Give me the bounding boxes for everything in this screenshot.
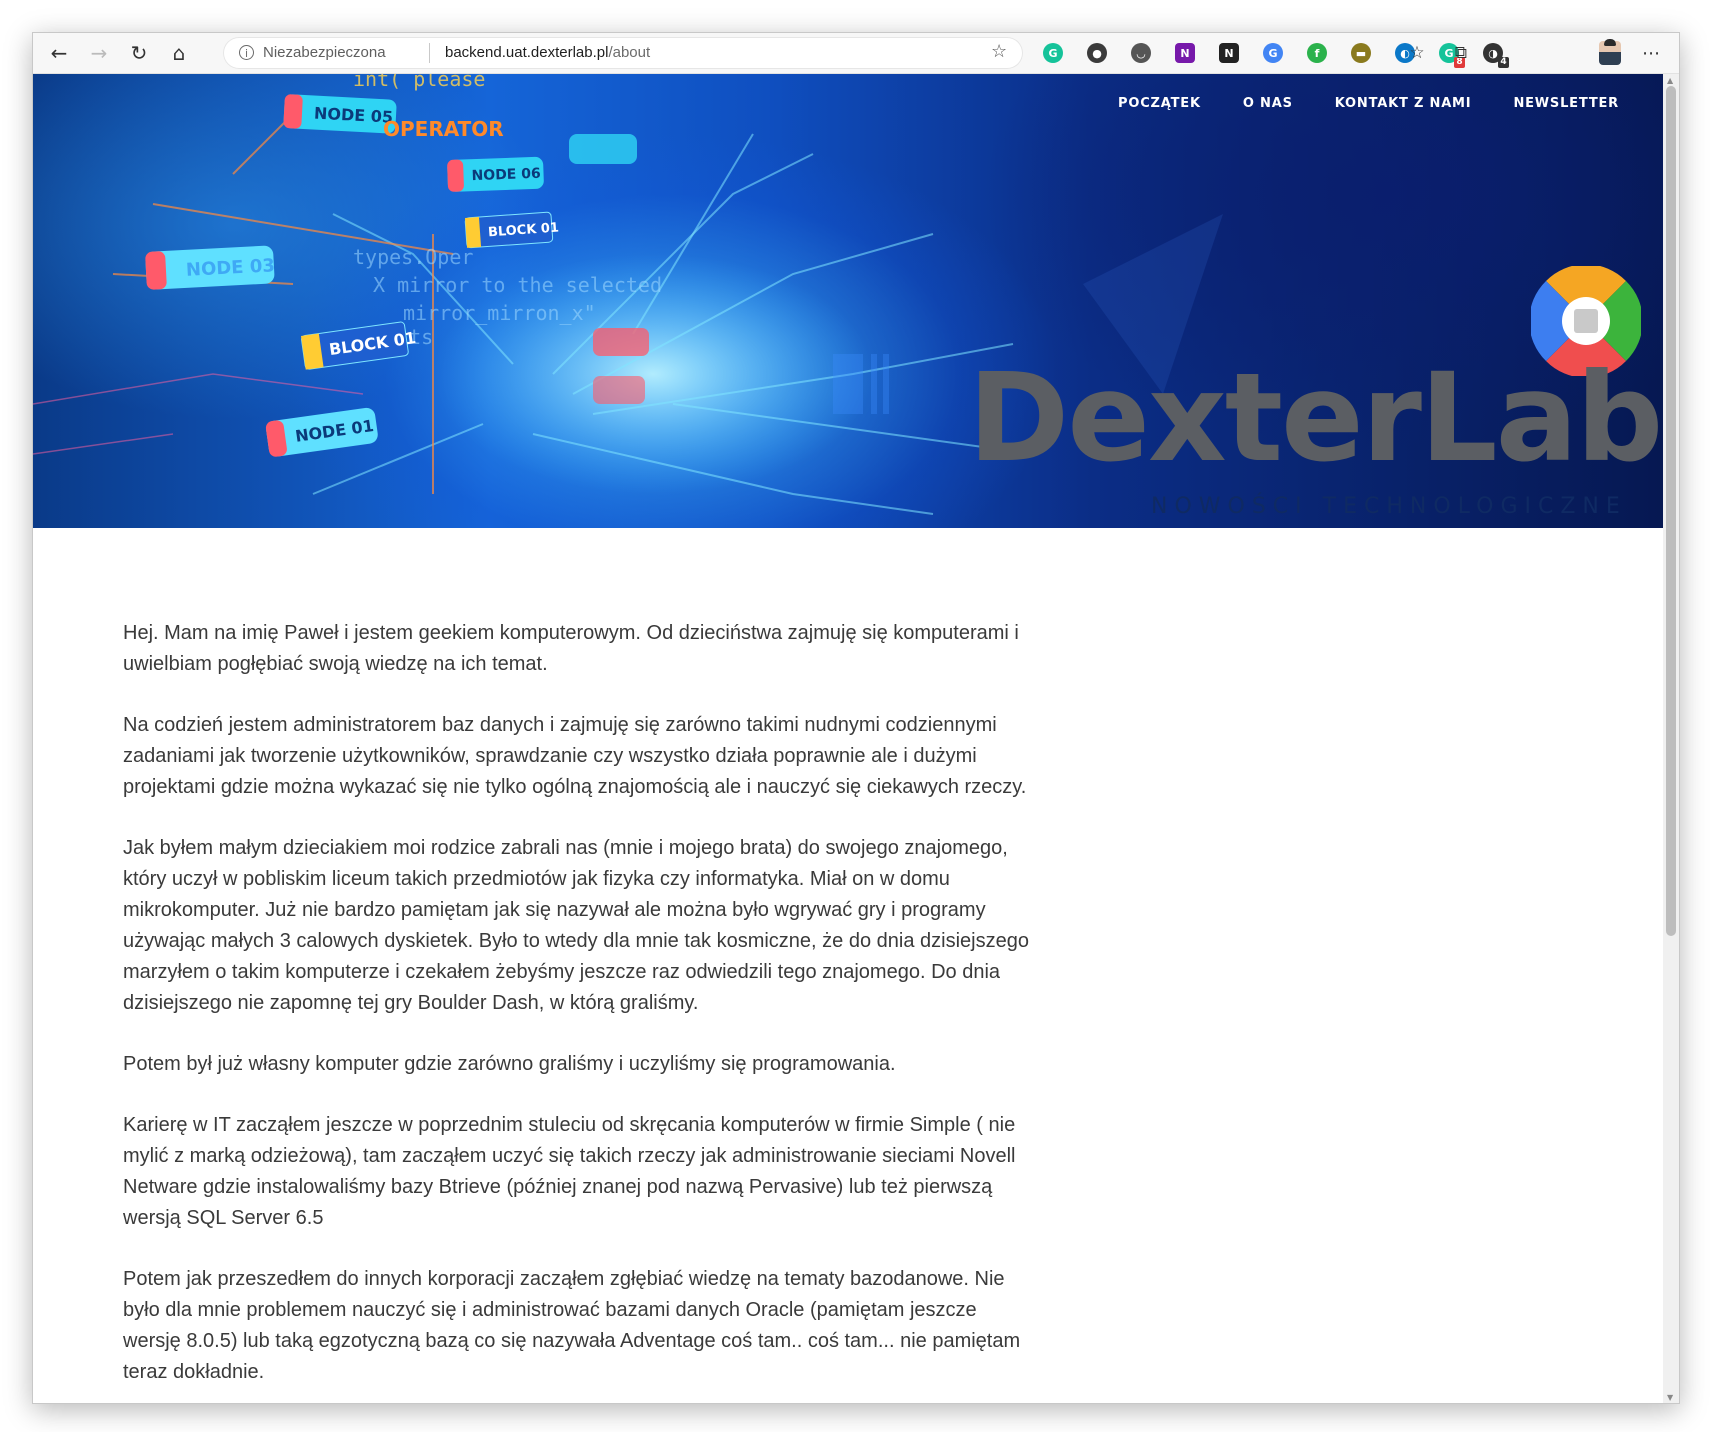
google-translate-icon-glyph: G (1268, 46, 1278, 60)
content-paragraph: Hej. Mam na imię Paweł i jestem geekiem … (123, 618, 1093, 680)
google-translate-icon[interactable]: G (1263, 43, 1283, 63)
nav-item-newsletter[interactable]: NEWSLETTER (1513, 96, 1619, 111)
address-separator (429, 43, 430, 63)
paragraph-line: Karierę w IT zacząłem jeszcze w poprzedn… (123, 1114, 1016, 1136)
svg-text:mirror_mirron_x": mirror_mirron_x" (403, 301, 596, 325)
paragraph-line: używając małych 3 calowych dyskietek. By… (123, 930, 1029, 952)
extension-badge: 4 (1498, 57, 1509, 68)
color-picker-icon-glyph: ▬ (1355, 46, 1367, 60)
more-menu-icon[interactable]: ⋯ (1637, 39, 1665, 67)
dexterlab-wordmark[interactable]: DexterLab (968, 357, 1663, 479)
svg-text:OPERATOR: OPERATOR (383, 117, 504, 141)
sync-icon[interactable]: ◑ 4 (1483, 43, 1509, 68)
scroll-up-arrow-icon[interactable]: ▲ (1667, 76, 1675, 85)
paragraph-line: Jak byłem małym dzieciakiem moi rodzice … (123, 837, 1008, 859)
notion-icon[interactable]: N (1219, 43, 1239, 63)
hero-banner: int( please types.Oper X mirror to the s… (33, 74, 1663, 528)
about-content: Hej. Mam na imię Paweł i jestem geekiem … (123, 618, 1093, 1403)
feedly-icon-glyph: f (1314, 46, 1320, 60)
url-host: backend.uat.dexterlab.pl (445, 44, 609, 61)
nav-item-contact[interactable]: KONTAKT Z NAMI (1335, 96, 1472, 111)
password-manager-icon[interactable]: ● (1087, 43, 1107, 63)
scrollbar-thumb[interactable] (1666, 86, 1676, 936)
back-arrow-icon[interactable]: ← (45, 39, 73, 67)
nav-item-home[interactable]: POCZĄTEK (1118, 96, 1201, 111)
paragraph-line: Potem był już własny komputer gdzie zaró… (123, 1053, 896, 1075)
address-bar[interactable]: i Niezabezpieczona backend.uat.dexterlab… (223, 37, 1023, 69)
favorites-icon[interactable]: ☆ (1403, 39, 1431, 67)
paragraph-line: było dla mnie problemem nauczyć się i ad… (123, 1299, 977, 1321)
paragraph-line: dzisiejszego nie zapomnę tej gry Boulder… (123, 992, 699, 1014)
svg-text:int( please: int( please (353, 74, 485, 91)
profile-avatar[interactable] (1599, 39, 1621, 65)
paragraph-line: Hej. Mam na imię Paweł i jestem geekiem … (123, 622, 1019, 644)
content-paragraph: Potem jak przeszedłem do innych korporac… (123, 1264, 1093, 1388)
main-nav: POCZĄTEK O NAS KONTAKT Z NAMI NEWSLETTER (1076, 96, 1619, 111)
password-manager-icon-glyph: ● (1092, 46, 1102, 60)
paragraph-line: Netware gdzie instalowaliśmy bazy Btriev… (123, 1176, 993, 1198)
paragraph-line: mikrokomputer. Już nie bardzo pamiętam j… (123, 899, 986, 921)
content-paragraph: Karierę w IT zacząłem jeszcze w poprzedn… (123, 1110, 1093, 1234)
paragraph-line: uwielbiam pogłębiać swoją wiedzę na ich … (123, 653, 548, 675)
url-path: /about (608, 44, 651, 61)
feedly-icon[interactable]: f (1307, 43, 1327, 63)
content-paragraph: Na codzień jestem administratorem baz da… (123, 710, 1093, 803)
nav-item-about[interactable]: O NAS (1243, 96, 1293, 111)
paragraph-line: który uczył w pobliskim liceum takich pr… (123, 868, 950, 890)
vertical-scrollbar[interactable]: ▲ ▼ (1663, 74, 1679, 1403)
content-paragraph: Jak byłem małym dzieciakiem moi rodzice … (123, 833, 1093, 1019)
pocket-icon[interactable]: ◡ (1131, 43, 1151, 63)
security-label[interactable]: Niezabezpieczona (263, 44, 386, 61)
svg-text:NODE 06: NODE 06 (471, 166, 541, 184)
paragraph-line: zadaniami jak tworzenie użytkowników, sp… (123, 745, 977, 767)
onenote-icon[interactable]: N (1175, 43, 1195, 63)
paragraph-line: marzyłem o takim komputerze i czekałem ż… (123, 961, 1001, 983)
grammarly-icon[interactable]: G (1043, 43, 1063, 63)
scroll-down-arrow-icon[interactable]: ▼ (1667, 1393, 1675, 1402)
content-paragraph: Potem był już własny komputer gdzie zaró… (123, 1049, 1093, 1080)
url-text[interactable]: backend.uat.dexterlab.pl/about (445, 44, 650, 61)
refresh-icon[interactable]: ↻ (125, 39, 153, 67)
favorite-star-icon[interactable]: ☆ (991, 41, 1007, 62)
pocket-icon-glyph: ◡ (1136, 46, 1146, 60)
page-viewport: int( please types.Oper X mirror to the s… (33, 74, 1663, 1403)
collections-icon[interactable]: ⧉ (1447, 39, 1475, 67)
notion-icon-glyph: N (1224, 46, 1234, 60)
tagline: NOWOŚCI TECHNOLOGICZNE (1151, 494, 1627, 519)
paragraph-line: wersją SQL Server 6.5 (123, 1207, 324, 1229)
color-picker-icon[interactable]: ▬ (1351, 43, 1371, 63)
paragraph-line: projektami gdzie można wykazać się nie t… (123, 776, 1027, 798)
browser-toolbar: ← → ↻ ⌂ i Niezabezpieczona backend.uat.d… (33, 33, 1679, 74)
info-icon[interactable]: i (239, 45, 254, 60)
paragraph-line: Na codzień jestem administratorem baz da… (123, 714, 997, 736)
sync-icon-glyph: ◑ (1488, 46, 1498, 60)
svg-text:X mirror to the selected: X mirror to the selected (373, 273, 662, 297)
paragraph-line: teraz dokładnie. (123, 1361, 265, 1383)
grammarly-icon-glyph: G (1048, 46, 1058, 60)
paragraph-line: mylić z marką odzieżową), tam zacząłem u… (123, 1145, 1016, 1167)
home-icon[interactable]: ⌂ (165, 39, 193, 67)
svg-text:types.Oper: types.Oper (353, 245, 473, 269)
onenote-icon-glyph: N (1180, 46, 1190, 60)
forward-arrow-icon[interactable]: → (85, 39, 113, 67)
paragraph-line: wersję 8.0.5) lub taką egzotyczną bazą c… (123, 1330, 1021, 1352)
paragraph-line: Potem jak przeszedłem do innych korporac… (123, 1268, 1005, 1290)
browser-window: ← → ↻ ⌂ i Niezabezpieczona backend.uat.d… (32, 32, 1680, 1404)
